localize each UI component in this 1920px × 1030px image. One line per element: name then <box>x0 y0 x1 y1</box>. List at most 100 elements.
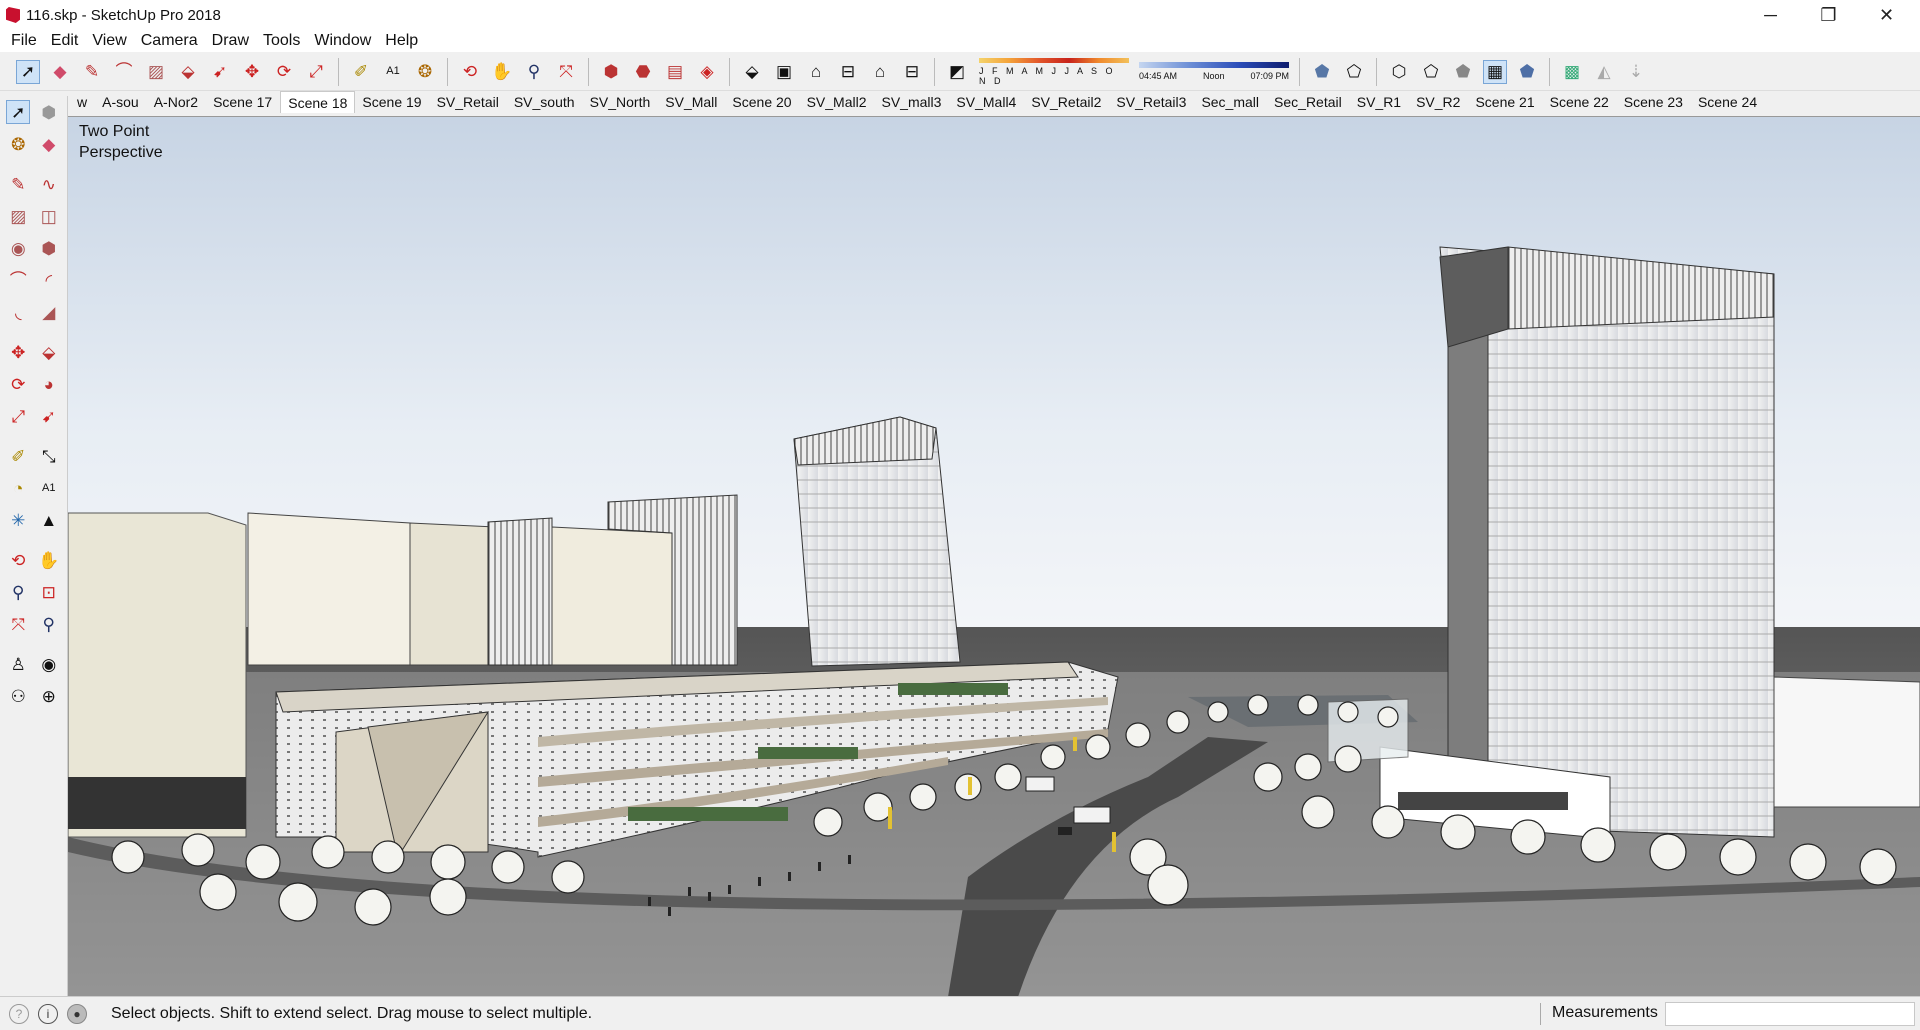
menu-edit[interactable]: Edit <box>44 32 86 50</box>
scene-tab[interactable]: SV_Retail3 <box>1109 91 1194 113</box>
pie-icon[interactable]: ◢ <box>37 300 61 324</box>
scene-tab[interactable]: Scene 24 <box>1691 91 1765 113</box>
top-view-icon[interactable]: ▣ <box>772 60 796 84</box>
two-point-arc-icon[interactable]: ◜ <box>37 268 61 292</box>
zoom-tool-icon[interactable]: ⚲ <box>522 60 546 84</box>
scale-icon[interactable]: ⤢ <box>6 404 30 428</box>
xray-style-icon[interactable]: ⬟ <box>1310 60 1334 84</box>
monochrome-style-icon[interactable]: ⬟ <box>1515 60 1539 84</box>
axes-icon[interactable]: ✳ <box>6 508 30 532</box>
right-view-icon[interactable]: ⊟ <box>836 60 860 84</box>
user-account-icon[interactable]: ● <box>67 1003 87 1024</box>
rotated-rectangle-icon[interactable]: ◫ <box>37 204 61 228</box>
scene-tab[interactable]: Sec_Retail <box>1267 91 1350 113</box>
menu-file[interactable]: File <box>4 32 44 50</box>
back-view-icon[interactable]: ⌂ <box>868 60 892 84</box>
scene-tab[interactable]: SV_R2 <box>1409 91 1468 113</box>
layout-icon[interactable]: ◈ <box>695 60 719 84</box>
eraser-icon[interactable]: ◆ <box>37 132 61 156</box>
orbit-tool-icon[interactable]: ⟲ <box>458 60 482 84</box>
dimension-icon[interactable]: ⤡ <box>37 444 61 468</box>
scene-tab[interactable]: SV_Retail2 <box>1024 91 1109 113</box>
measurements-input[interactable] <box>1665 1002 1915 1026</box>
hidden-line-style-icon[interactable]: ⬠ <box>1419 60 1443 84</box>
line-tool-icon[interactable]: ✎ <box>80 60 104 84</box>
scene-tab[interactable]: SV_south <box>507 91 583 113</box>
scene-tab[interactable]: Scene 18 <box>280 91 356 113</box>
scale-tool-icon[interactable]: ⤢ <box>304 60 328 84</box>
share-model-icon[interactable]: ⬣ <box>631 60 655 84</box>
paint-bucket-icon[interactable]: ❂ <box>6 132 30 156</box>
scene-tab[interactable]: SV_Mall4 <box>949 91 1024 113</box>
scene-tab[interactable]: SV_R1 <box>1350 91 1409 113</box>
zoom-extents-icon[interactable]: ⤧ <box>6 612 30 636</box>
scene-tab[interactable]: Scene 17 <box>206 91 280 113</box>
push-pull-tool-icon[interactable]: ⬙ <box>176 60 200 84</box>
paint-bucket-icon[interactable]: ❂ <box>413 60 437 84</box>
scene-tab[interactable]: Scene 22 <box>1543 91 1617 113</box>
polygon-icon[interactable]: ⬢ <box>37 236 61 260</box>
arc-tool-icon[interactable]: ⌒ <box>112 60 136 84</box>
credits-info-icon[interactable]: i <box>38 1003 58 1024</box>
freehand-icon[interactable]: ∿ <box>37 172 61 196</box>
tape-measure-icon[interactable]: ✐ <box>6 444 30 468</box>
three-point-arc-icon[interactable]: ◟ <box>6 300 30 324</box>
scene-tab[interactable]: A-sou <box>95 91 147 113</box>
scene-tab[interactable]: Sec_mall <box>1194 91 1267 113</box>
scene-tab[interactable]: Scene 19 <box>355 91 429 113</box>
position-camera-icon[interactable]: ♙ <box>6 652 30 676</box>
front-view-icon[interactable]: ⌂ <box>804 60 828 84</box>
text-icon[interactable]: A1 <box>37 476 61 500</box>
scene-tab[interactable]: Scene 20 <box>725 91 799 113</box>
left-view-icon[interactable]: ⊟ <box>900 60 924 84</box>
3d-text-icon[interactable]: ▲ <box>37 508 61 532</box>
zoom-window-icon[interactable]: ⊡ <box>37 580 61 604</box>
menu-draw[interactable]: Draw <box>205 32 256 50</box>
extension-warehouse-icon[interactable]: ▤ <box>663 60 687 84</box>
select-tool-icon[interactable]: ➚ <box>16 59 40 84</box>
walk-icon[interactable]: ⚇ <box>6 684 30 708</box>
push-pull-icon[interactable]: ⬙ <box>37 340 61 364</box>
time-slider-track[interactable] <box>1139 62 1289 68</box>
previous-view-icon[interactable]: ⚲ <box>37 612 61 636</box>
select-icon[interactable]: ➚ <box>6 100 31 124</box>
scene-tab[interactable]: SV_Mall <box>658 91 725 113</box>
look-around-icon[interactable]: ◉ <box>37 652 61 676</box>
shaded-style-icon[interactable]: ⬟ <box>1451 60 1475 84</box>
close-button[interactable]: ✕ <box>1858 0 1915 30</box>
back-edges-style-icon[interactable]: ⬠ <box>1342 60 1366 84</box>
scene-tab[interactable]: Scene 23 <box>1617 91 1691 113</box>
make-component-icon[interactable]: ⬢ <box>37 100 61 124</box>
iso-view-icon[interactable]: ⬙ <box>740 60 764 84</box>
pan-icon[interactable]: ✋ <box>37 548 61 572</box>
menu-view[interactable]: View <box>85 32 133 50</box>
offset-tool-icon[interactable]: ➹ <box>208 60 232 84</box>
minimize-button[interactable]: ─ <box>1742 0 1799 30</box>
restore-button[interactable]: ❐ <box>1800 0 1857 30</box>
scene-tab[interactable]: w <box>70 91 95 113</box>
zoom-icon[interactable]: ⚲ <box>6 580 30 604</box>
rectangle-tool-icon[interactable]: ▨ <box>144 60 168 84</box>
photo-texture-icon[interactable]: ⇣ <box>1624 60 1648 84</box>
terrain-toggle-icon[interactable]: ◭ <box>1592 60 1616 84</box>
scene-tab[interactable]: A-Nor2 <box>147 91 206 113</box>
rotate-tool-icon[interactable]: ⟳ <box>272 60 296 84</box>
section-plane-icon[interactable]: ⊕ <box>37 684 61 708</box>
rotate-icon[interactable]: ⟳ <box>6 372 30 396</box>
menu-camera[interactable]: Camera <box>134 32 205 50</box>
warehouse-icon[interactable]: ⬢ <box>599 60 623 84</box>
shadow-time-slider[interactable]: 04:45 AM Noon 07:09 PM <box>1139 62 1289 81</box>
zoom-extents-icon[interactable]: ⤧ <box>554 60 578 84</box>
scene-tab[interactable]: SV_Retail <box>430 91 507 113</box>
circle-icon[interactable]: ◉ <box>6 236 30 260</box>
menu-help[interactable]: Help <box>378 32 425 50</box>
month-slider-track[interactable] <box>979 57 1129 63</box>
follow-me-icon[interactable]: ◕ <box>37 372 61 396</box>
scene-tab[interactable]: SV_Mall2 <box>800 91 875 113</box>
shaded-textures-style-icon[interactable]: ▦ <box>1483 59 1507 84</box>
scene-tab[interactable]: SV_North <box>583 91 659 113</box>
eraser-tool-icon[interactable]: ◆ <box>48 60 72 84</box>
geo-location-status-icon[interactable]: ? <box>9 1003 29 1024</box>
move-icon[interactable]: ✥ <box>6 340 30 364</box>
rectangle-icon[interactable]: ▨ <box>6 204 30 228</box>
